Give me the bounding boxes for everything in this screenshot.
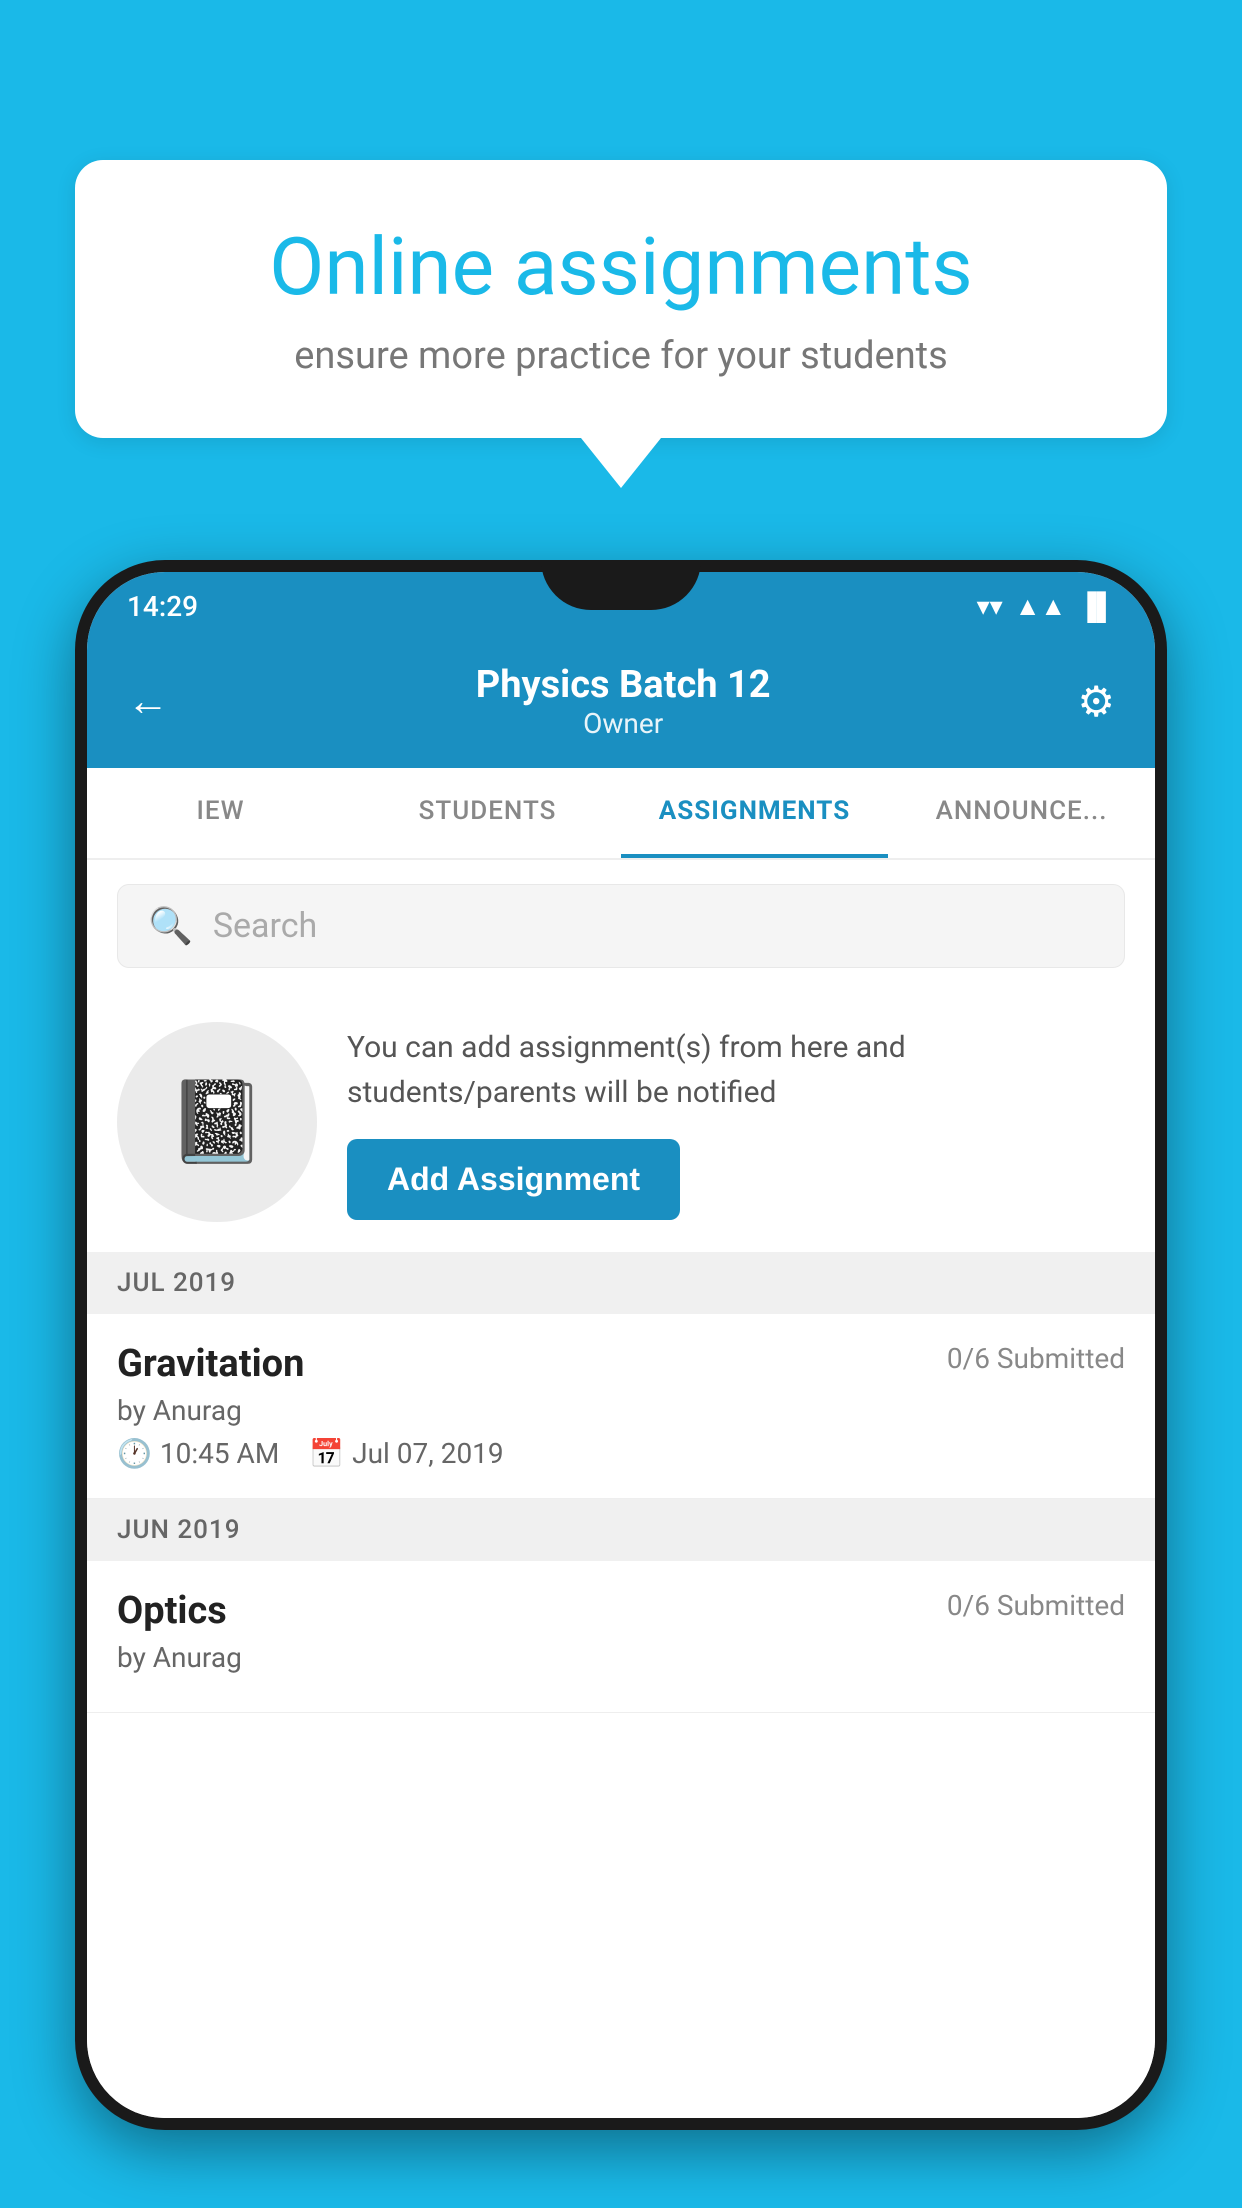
- section-label-jun: JUN 2019: [117, 1515, 240, 1545]
- bubble-title: Online assignments: [145, 220, 1097, 314]
- status-time: 14:29: [127, 590, 198, 623]
- tab-assignments[interactable]: ASSIGNMENTS: [621, 768, 888, 858]
- assignment-row-top-optics: Optics 0/6 Submitted: [117, 1589, 1125, 1633]
- content-area: 🔍 Search 📓 You can add assignment(s) fro…: [87, 860, 1155, 2118]
- tab-announcements[interactable]: ANNOUNCE...: [888, 768, 1155, 858]
- section-header-jul: JUL 2019: [87, 1252, 1155, 1314]
- assignment-submitted: 0/6 Submitted: [947, 1342, 1125, 1375]
- speech-bubble-section: Online assignments ensure more practice …: [75, 160, 1167, 488]
- info-text-block: You can add assignment(s) from here and …: [347, 1025, 1125, 1220]
- assignment-meta: 🕐 10:45 AM 📅 Jul 07, 2019: [117, 1437, 1125, 1470]
- app-bar-title-group: Physics Batch 12 Owner: [476, 663, 771, 740]
- tab-bar: IEW STUDENTS ASSIGNMENTS ANNOUNCE...: [87, 768, 1155, 860]
- app-bar-title: Physics Batch 12: [476, 663, 771, 707]
- assignment-row-top: Gravitation 0/6 Submitted: [117, 1342, 1125, 1386]
- assignment-author: by Anurag: [117, 1394, 1125, 1427]
- meta-date: 📅 Jul 07, 2019: [309, 1437, 503, 1470]
- signal-icon: ▲▲: [1015, 591, 1066, 622]
- calendar-icon: 📅: [309, 1437, 344, 1470]
- phone-outer: 14:29 ▾▾ ▲▲ ▐▌ ← Physics Batch 12 Owner …: [75, 560, 1167, 2130]
- app-bar-subtitle: Owner: [476, 707, 771, 740]
- tab-students[interactable]: STUDENTS: [354, 768, 621, 858]
- phone-notch: [541, 560, 701, 610]
- phone-container: 14:29 ▾▾ ▲▲ ▐▌ ← Physics Batch 12 Owner …: [75, 560, 1167, 2208]
- wifi-icon: ▾▾: [977, 592, 1003, 622]
- search-icon: 🔍: [148, 905, 193, 947]
- bubble-subtitle: ensure more practice for your students: [145, 334, 1097, 378]
- speech-bubble-card: Online assignments ensure more practice …: [75, 160, 1167, 438]
- notebook-icon: 📓: [167, 1075, 267, 1169]
- clock-icon: 🕐: [117, 1437, 152, 1470]
- speech-bubble-arrow: [581, 438, 661, 488]
- app-bar: ← Physics Batch 12 Owner ⚙: [87, 635, 1155, 768]
- assignment-name-optics: Optics: [117, 1589, 227, 1633]
- meta-time: 🕐 10:45 AM: [117, 1437, 279, 1470]
- settings-icon[interactable]: ⚙: [1077, 677, 1115, 727]
- assignment-submitted-optics: 0/6 Submitted: [947, 1589, 1125, 1622]
- assignment-icon-circle: 📓: [117, 1022, 317, 1222]
- tab-iew[interactable]: IEW: [87, 768, 354, 858]
- back-button[interactable]: ←: [127, 677, 169, 726]
- search-placeholder: Search: [213, 906, 317, 946]
- info-section: 📓 You can add assignment(s) from here an…: [87, 992, 1155, 1252]
- assignment-author-optics: by Anurag: [117, 1641, 1125, 1674]
- phone-inner: 14:29 ▾▾ ▲▲ ▐▌ ← Physics Batch 12 Owner …: [87, 572, 1155, 2118]
- assignment-item-gravitation[interactable]: Gravitation 0/6 Submitted by Anurag 🕐 10…: [87, 1314, 1155, 1499]
- assignment-item-optics[interactable]: Optics 0/6 Submitted by Anurag: [87, 1561, 1155, 1713]
- meta-time-value: 10:45 AM: [160, 1437, 279, 1470]
- section-header-jun: JUN 2019: [87, 1499, 1155, 1561]
- meta-date-value: Jul 07, 2019: [352, 1437, 504, 1470]
- section-label-jul: JUL 2019: [117, 1268, 236, 1298]
- info-description-text: You can add assignment(s) from here and …: [347, 1025, 1125, 1115]
- search-bar[interactable]: 🔍 Search: [117, 884, 1125, 968]
- add-assignment-button[interactable]: Add Assignment: [347, 1139, 680, 1220]
- battery-icon: ▐▌: [1078, 591, 1115, 622]
- assignment-name: Gravitation: [117, 1342, 304, 1386]
- status-icons: ▾▾ ▲▲ ▐▌: [977, 591, 1115, 622]
